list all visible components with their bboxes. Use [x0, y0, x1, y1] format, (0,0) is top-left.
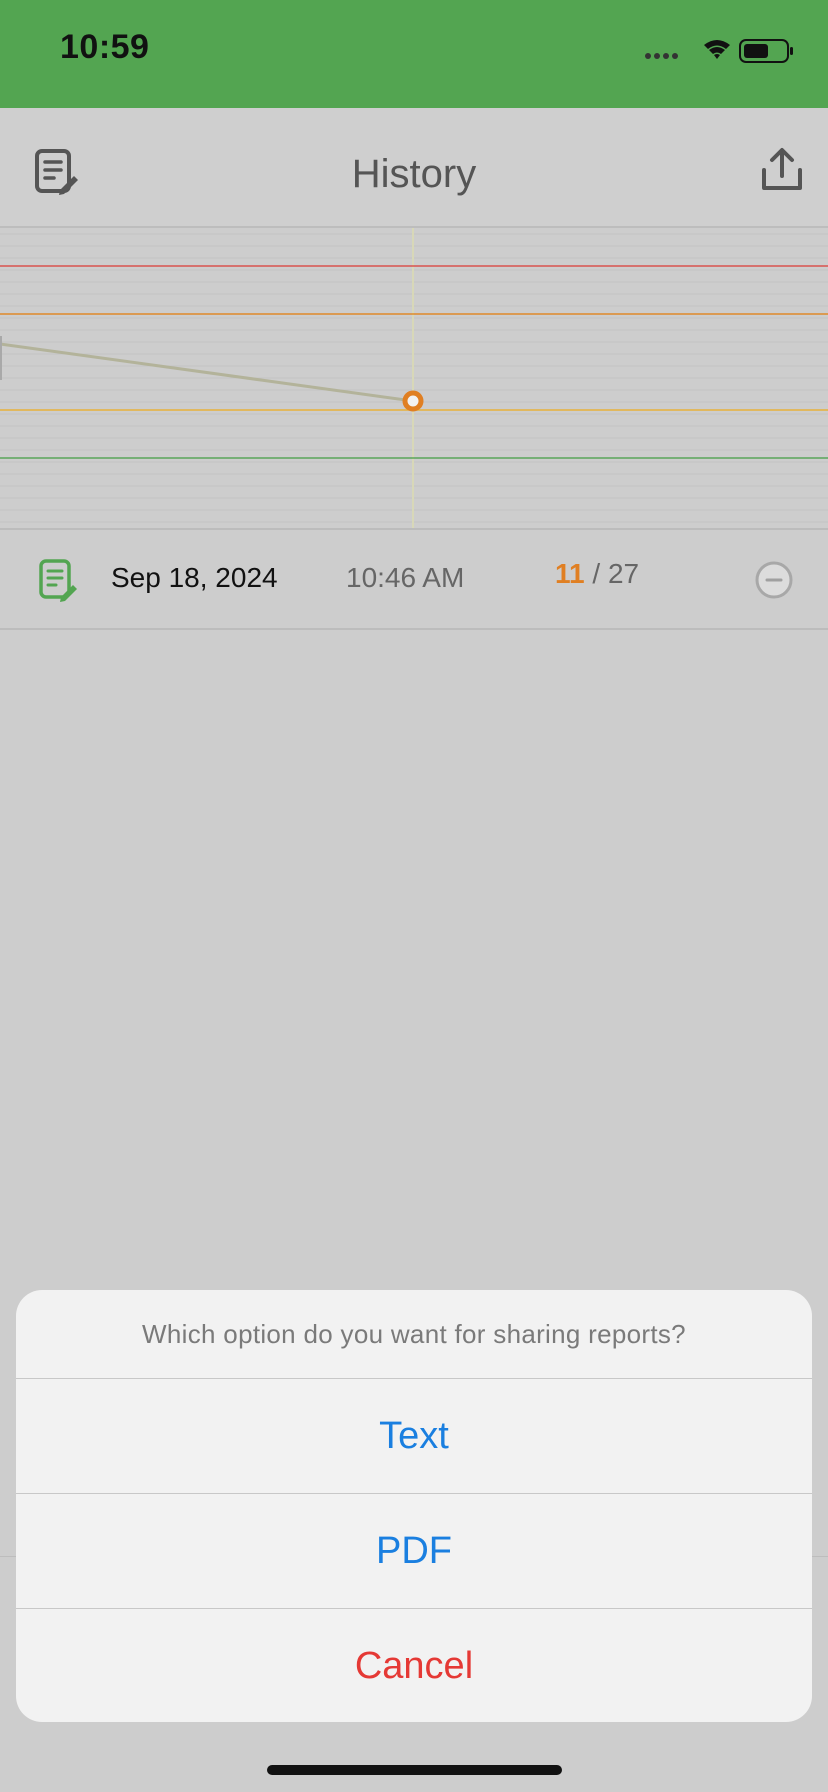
- chart-data-point[interactable]: [402, 390, 424, 412]
- nav-bar: History: [0, 108, 828, 228]
- chart-svg: [0, 228, 828, 528]
- share-icon[interactable]: [758, 146, 806, 194]
- wifi-icon: [704, 40, 730, 59]
- row-date: Sep 18, 2024: [111, 562, 278, 593]
- action-sheet-title: Which option do you want for sharing rep…: [16, 1290, 812, 1379]
- status-time: 10:59: [60, 28, 150, 66]
- chart-series-line: [0, 342, 414, 403]
- page-title: History: [351, 152, 477, 196]
- share-pdf-button[interactable]: PDF: [16, 1494, 812, 1609]
- history-chart[interactable]: [0, 228, 828, 531]
- table-row[interactable]: Sep 18, 2024 10:46 AM 11 / 27: [0, 530, 828, 630]
- notes-edit-icon: [39, 559, 77, 602]
- score-total: / 27: [592, 558, 640, 589]
- cancel-button[interactable]: Cancel: [16, 1609, 812, 1722]
- home-indicator: [267, 1765, 562, 1775]
- row-score: 11 / 27: [555, 558, 639, 590]
- status-icons: [645, 39, 793, 63]
- share-text-button[interactable]: Text: [16, 1379, 812, 1494]
- signal-icon: [645, 53, 678, 59]
- share-action-sheet: Which option do you want for sharing rep…: [16, 1290, 812, 1722]
- battery-icon: [739, 39, 793, 63]
- score-value: 11: [555, 558, 585, 589]
- row-time: 10:46 AM: [346, 562, 465, 593]
- status-bar: 10:59: [0, 0, 828, 108]
- minus-circle-icon[interactable]: [754, 560, 794, 600]
